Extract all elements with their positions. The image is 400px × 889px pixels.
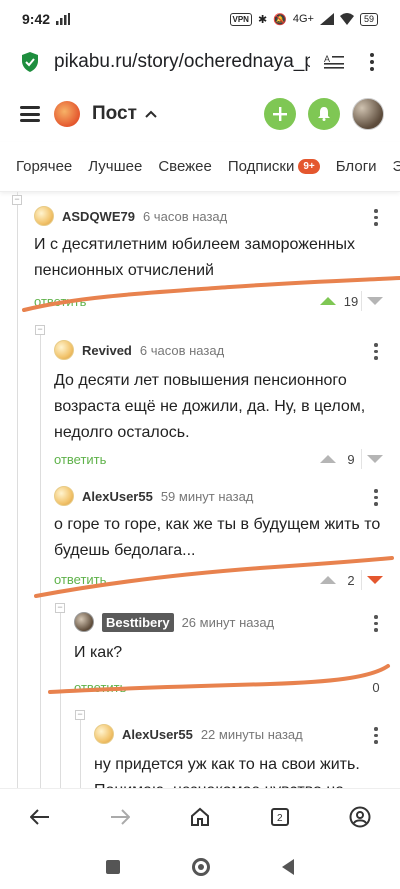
tab-hot[interactable]: Горячее (16, 158, 72, 175)
account-icon[interactable] (340, 797, 380, 837)
reply-link[interactable]: ответить (54, 452, 106, 467)
collapse-thread-button[interactable]: − (55, 603, 65, 613)
avatar[interactable] (34, 206, 54, 226)
forward-arrow-icon[interactable] (100, 797, 140, 837)
app-header: Пост (0, 86, 400, 142)
comment-more-icon[interactable] (374, 489, 378, 506)
status-bar: 9:42 VPN ✱ 🔕 4G+ 59 (0, 0, 400, 38)
thread-line (17, 192, 18, 788)
add-post-button[interactable] (264, 98, 296, 130)
mute-icon: 🔕 (273, 13, 287, 26)
comment-text: И как? (74, 644, 123, 661)
comment-votes: 0 (366, 676, 386, 698)
vote-count: 19 (343, 293, 359, 309)
tabs-switcher-icon[interactable]: 2 (260, 797, 300, 837)
tab-more[interactable]: Э (393, 158, 400, 175)
comment-text: ну придется уж как то на свои жить. Пони… (94, 756, 360, 788)
tab-subscriptions-label: Подписки (227, 158, 295, 175)
upvote-button[interactable] (315, 569, 341, 591)
comment-time[interactable]: 22 минуты назад (201, 727, 303, 742)
pikabu-logo[interactable] (54, 101, 80, 127)
avatar[interactable] (54, 340, 74, 360)
tab-subscriptions[interactable]: Подписки 9+ (228, 158, 320, 175)
browser-bottom-nav: 2 (0, 788, 400, 844)
home-icon[interactable] (180, 797, 220, 837)
comment-text: И с десятилетним юбилеем замороженных пе… (34, 236, 356, 279)
comments-feed[interactable]: − − − − ASDQWE79 6 часов назад И с десят… (0, 192, 400, 788)
signal-icon (56, 13, 71, 25)
comment-votes: 2 (315, 569, 388, 591)
page-title[interactable]: Пост (92, 103, 137, 125)
comment-time[interactable]: 26 минут назад (182, 615, 275, 630)
more-menu-icon[interactable] (358, 48, 386, 76)
bluetooth-icon: ✱ (257, 13, 268, 26)
feed-tabs: Горячее Лучшее Свежее Подписки9+ Блоги Э (0, 142, 400, 192)
comment-time[interactable]: 59 минут назад (161, 489, 254, 504)
battery-icon: 59 (359, 12, 378, 26)
comment-votes: 9 (315, 448, 388, 470)
collapse-thread-button[interactable]: − (12, 195, 22, 205)
comment-time[interactable]: 6 часов назад (140, 343, 224, 358)
clock: 9:42 (22, 11, 51, 27)
network-label: 4G+ (292, 13, 314, 25)
comment-time[interactable]: 6 часов назад (143, 209, 227, 224)
comment-text: До десяти лет повышения пенсионного возр… (54, 372, 366, 441)
svg-text:2: 2 (277, 813, 283, 824)
thread-line (60, 610, 61, 788)
cell-signal-icon (319, 13, 334, 25)
back-arrow-icon[interactable] (20, 797, 60, 837)
collapse-thread-button[interactable]: − (35, 325, 45, 335)
comment-author[interactable]: AlexUser55 (122, 727, 193, 742)
notifications-button[interactable] (308, 98, 340, 130)
vote-count: 2 (347, 572, 355, 588)
reader-mode-icon[interactable]: A (320, 48, 348, 76)
avatar[interactable] (54, 486, 74, 506)
downvote-button[interactable] (362, 290, 388, 312)
menu-icon[interactable] (20, 106, 40, 122)
downvote-button[interactable] (362, 569, 388, 591)
subscriptions-badge: 9+ (298, 159, 320, 174)
comment-more-icon[interactable] (374, 209, 378, 226)
downvote-button[interactable] (362, 448, 388, 470)
chevron-up-icon[interactable] (145, 107, 157, 121)
wifi-icon (339, 13, 354, 25)
comment-author[interactable]: Besttibery (102, 612, 174, 632)
comment-author[interactable]: Revived (82, 343, 132, 358)
recents-icon[interactable] (106, 859, 120, 874)
comment-more-icon[interactable] (374, 343, 378, 360)
tab-fresh[interactable]: Свежее (158, 158, 212, 175)
collapse-thread-button[interactable]: − (75, 710, 85, 720)
bell-icon (318, 107, 330, 121)
avatar[interactable] (94, 724, 114, 744)
vote-count: 9 (347, 451, 355, 467)
url-text[interactable]: pikabu.ru/story/ocherednaya_pс (54, 51, 310, 73)
vote-count: 0 (372, 679, 380, 695)
upvote-button[interactable] (315, 448, 341, 470)
browser-url-bar[interactable]: pikabu.ru/story/ocherednaya_pс A (0, 38, 400, 86)
comment-author[interactable]: ASDQWE79 (62, 209, 135, 224)
comment-text: о горе то горе, как же ты в будущем жить… (54, 516, 381, 559)
user-avatar[interactable] (352, 98, 384, 130)
thread-line (40, 332, 41, 788)
comment-more-icon[interactable] (374, 727, 378, 744)
reply-link[interactable]: ответить (34, 294, 86, 309)
svg-text:A: A (324, 54, 330, 64)
thread-line (80, 720, 81, 788)
system-nav-bar (0, 844, 400, 889)
back-triangle-icon[interactable] (282, 858, 294, 875)
reply-link[interactable]: ответить (54, 572, 106, 587)
comment-more-icon[interactable] (374, 615, 378, 632)
plus-icon (273, 107, 287, 121)
secure-lock-icon[interactable] (16, 48, 44, 76)
vpn-icon: VPN (229, 12, 252, 26)
tab-best[interactable]: Лучшее (88, 158, 142, 175)
avatar[interactable] (74, 612, 94, 632)
comment-votes: 19 (315, 290, 388, 312)
reply-link[interactable]: ответить (74, 680, 126, 695)
comment-author[interactable]: AlexUser55 (82, 489, 153, 504)
upvote-button[interactable] (315, 290, 341, 312)
home-circle-icon[interactable] (192, 857, 210, 876)
tab-blogs[interactable]: Блоги (336, 158, 377, 175)
